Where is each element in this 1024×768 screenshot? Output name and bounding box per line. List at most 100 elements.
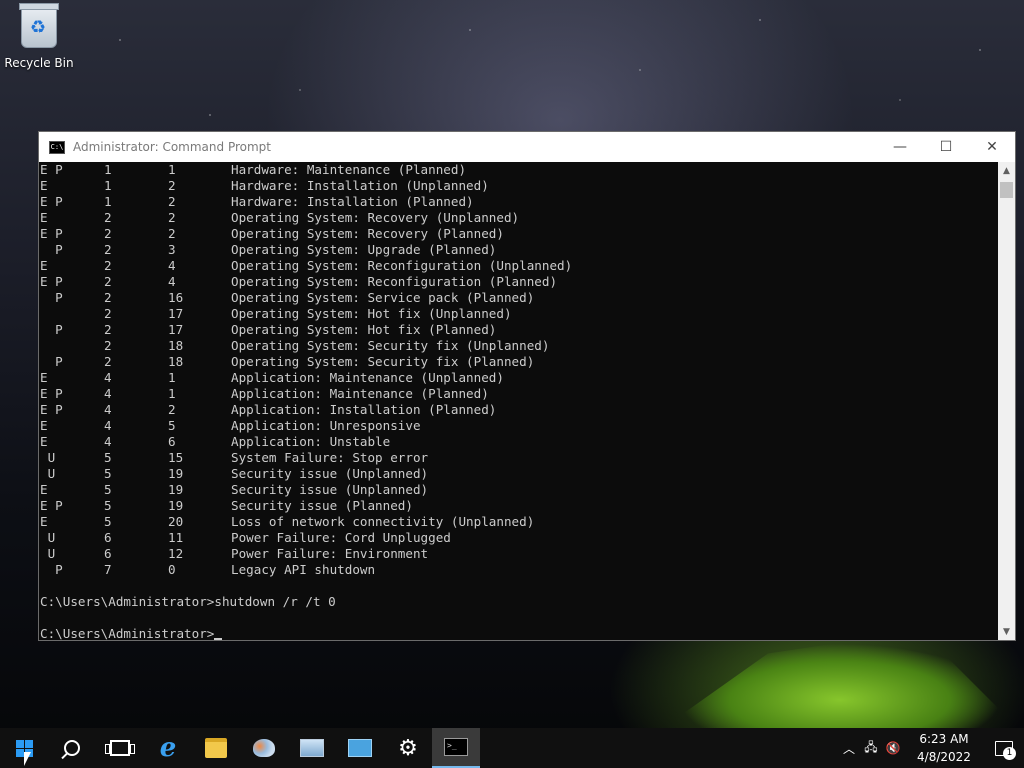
description-cell: Hardware: Installation (Planned)	[231, 194, 474, 209]
task-view-button[interactable]	[96, 728, 144, 768]
command-prompt-window[interactable]: C:\ Administrator: Command Prompt — ☐ ✕ …	[38, 131, 1016, 641]
console-line: U 5 19 Security issue (Unplanned)	[39, 466, 998, 482]
major-cell: 5	[104, 498, 112, 513]
clock-time: 6:23 AM	[919, 732, 969, 746]
flags-cell: E	[40, 258, 48, 273]
taskbar: e ⚙ >_ ︿ 🖧 🔇 6:23 AM 4/8/2022 1	[0, 728, 1024, 768]
network-icon[interactable]: 🖧	[860, 728, 882, 768]
minor-cell: 12	[168, 546, 184, 561]
action-center-button[interactable]: 1	[984, 728, 1024, 768]
clock[interactable]: 6:23 AM 4/8/2022	[904, 730, 984, 766]
notification-count-badge: 1	[1003, 747, 1016, 760]
flags-cell: E	[40, 210, 48, 225]
minor-cell: 2	[168, 226, 176, 241]
search-button[interactable]	[48, 728, 96, 768]
scroll-thumb[interactable]	[1000, 182, 1013, 198]
console-line: P 2 17 Operating System: Hot fix (Planned)	[39, 322, 998, 338]
description-cell: Power Failure: Environment	[231, 546, 429, 561]
remote-desktop-icon	[348, 739, 372, 757]
flags-cell: E	[40, 178, 48, 193]
console-line: E 5 19 Security issue (Unplanned)	[39, 482, 998, 498]
major-cell: 4	[104, 402, 112, 417]
flags-cell: P	[40, 562, 63, 577]
major-cell: 4	[104, 370, 112, 385]
vertical-scrollbar[interactable]: ▲ ▼	[998, 162, 1015, 640]
description-cell: Security issue (Unplanned)	[231, 466, 429, 481]
wallpaper-tent	[660, 640, 1020, 730]
description-cell: Application: Maintenance (Planned)	[231, 386, 489, 401]
description-cell: Hardware: Installation (Unplanned)	[231, 178, 489, 193]
server-manager-button[interactable]	[288, 728, 336, 768]
folder-icon	[205, 738, 227, 758]
minor-cell: 5	[168, 418, 176, 433]
major-cell: 1	[104, 162, 112, 177]
maximize-button[interactable]: ☐	[923, 132, 969, 162]
minor-cell: 3	[168, 242, 176, 257]
flags-cell: E P	[40, 226, 63, 241]
console-line: E P 4 1 Application: Maintenance (Planned)	[39, 386, 998, 402]
paint-button[interactable]	[240, 728, 288, 768]
text-cursor	[214, 638, 223, 640]
description-cell: Hardware: Maintenance (Planned)	[231, 162, 467, 177]
file-explorer-button[interactable]	[192, 728, 240, 768]
command-prompt-button[interactable]: >_	[432, 728, 480, 768]
settings-button[interactable]: ⚙	[384, 728, 432, 768]
window-title: Administrator: Command Prompt	[73, 140, 271, 154]
description-cell: Application: Maintenance (Unplanned)	[231, 370, 504, 385]
description-cell: Operating System: Security fix (Unplanne…	[231, 338, 550, 353]
minor-cell: 2	[168, 194, 176, 209]
scroll-down-icon[interactable]: ▼	[998, 623, 1015, 640]
console-line: E P 2 4 Operating System: Reconfiguration (…	[39, 274, 998, 290]
console-line: U 5 15 System Failure: Stop error	[39, 450, 998, 466]
console-line: E P 4 2 Application: Installation (Planned)	[39, 402, 998, 418]
console-line: P 2 18 Operating System: Security fix (Plan…	[39, 354, 998, 370]
major-cell: 1	[104, 194, 112, 209]
minor-cell: 17	[168, 322, 184, 337]
desktop-icon-label: Recycle Bin	[4, 56, 74, 70]
flags-cell: E P	[40, 194, 63, 209]
flags-cell: P	[40, 290, 63, 305]
major-cell: 2	[104, 242, 112, 257]
description-cell: System Failure: Stop error	[231, 450, 429, 465]
console-output[interactable]: E P 1 1 Hardware: Maintenance (Planned) E 1 2 H…	[39, 162, 998, 640]
flags-cell: P	[40, 322, 63, 337]
description-cell: Power Failure: Cord Unplugged	[231, 530, 451, 545]
console-line: P 2 3 Operating System: Upgrade (Planned)	[39, 242, 998, 258]
console-line: E 2 2 Operating System: Recovery (Unplanned…	[39, 210, 998, 226]
volume-muted-icon[interactable]: 🔇	[882, 728, 904, 768]
console-line: U 6 11 Power Failure: Cord Unplugged	[39, 530, 998, 546]
description-cell: Application: Installation (Planned)	[231, 402, 497, 417]
console-line: P 7 0 Legacy API shutdown	[39, 562, 998, 578]
remote-desktop-button[interactable]	[336, 728, 384, 768]
flags-cell: E	[40, 514, 48, 529]
minor-cell: 15	[168, 450, 184, 465]
close-button[interactable]: ✕	[969, 132, 1015, 162]
description-cell: Operating System: Upgrade (Planned)	[231, 242, 497, 257]
console-line: E 5 20 Loss of network connectivity (Unplan…	[39, 514, 998, 530]
console-line: P 2 16 Operating System: Service pack (Plan…	[39, 290, 998, 306]
prompt-line[interactable]: C:\Users\Administrator>	[39, 626, 998, 640]
minimize-button[interactable]: —	[877, 132, 923, 162]
major-cell: 2	[104, 274, 112, 289]
description-cell: Loss of network connectivity (Unplanned)	[231, 514, 535, 529]
description-cell: Legacy API shutdown	[231, 562, 376, 577]
task-view-icon	[105, 740, 135, 756]
major-cell: 2	[104, 354, 112, 369]
recycle-bin-icon: ♻	[19, 3, 59, 48]
scroll-up-icon[interactable]: ▲	[998, 162, 1015, 179]
minor-cell: 2	[168, 402, 176, 417]
major-cell: 5	[104, 450, 112, 465]
console-line: E P 5 19 Security issue (Planned)	[39, 498, 998, 514]
major-cell: 1	[104, 178, 112, 193]
major-cell: 7	[104, 562, 112, 577]
internet-explorer-icon: e	[159, 733, 177, 763]
console-line: E P 1 2 Hardware: Installation (Planned)	[39, 194, 998, 210]
minor-cell: 1	[168, 162, 176, 177]
window-titlebar[interactable]: C:\ Administrator: Command Prompt — ☐ ✕	[39, 132, 1015, 162]
minor-cell: 2	[168, 210, 176, 225]
internet-explorer-button[interactable]: e	[144, 728, 192, 768]
minor-cell: 19	[168, 466, 184, 481]
chevron-up-icon[interactable]: ︿	[838, 728, 860, 768]
desktop-icon-recycle-bin[interactable]: ♻ Recycle Bin	[4, 3, 74, 70]
minor-cell: 4	[168, 258, 176, 273]
